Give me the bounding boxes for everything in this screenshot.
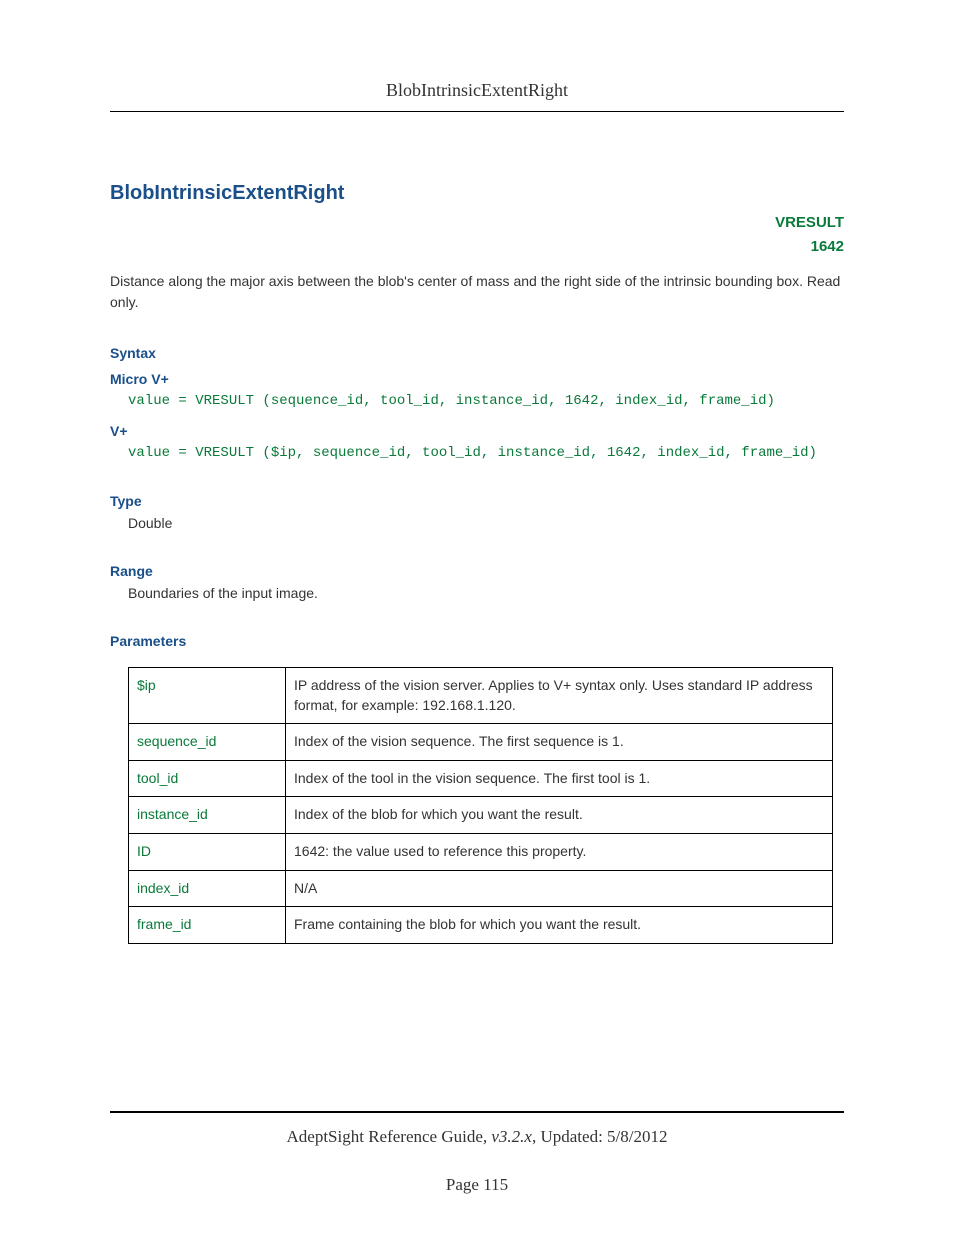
param-desc: IP address of the vision server. Applies… <box>286 668 833 724</box>
syntax-heading: Syntax <box>110 345 844 361</box>
description-text: Distance along the major axis between th… <box>110 271 844 313</box>
param-desc: Index of the tool in the vision sequence… <box>286 760 833 797</box>
page-title: BlobIntrinsicExtentRight <box>110 182 844 205</box>
table-row: sequence_id Index of the vision sequence… <box>129 724 833 761</box>
param-name: instance_id <box>129 797 286 834</box>
param-desc: Index of the blob for which you want the… <box>286 797 833 834</box>
table-row: instance_id Index of the blob for which … <box>129 797 833 834</box>
type-heading: Type <box>110 493 844 509</box>
range-value: Boundaries of the input image. <box>128 585 844 601</box>
table-row: $ip IP address of the vision server. App… <box>129 668 833 724</box>
param-desc: 1642: the value used to reference this p… <box>286 833 833 870</box>
micro-vplus-code: value = VRESULT (sequence_id, tool_id, i… <box>128 393 844 409</box>
table-row: frame_id Frame containing the blob for w… <box>129 907 833 944</box>
badge-label: VRESULT <box>110 211 844 235</box>
footer-guide: AdeptSight Reference Guide <box>287 1127 483 1146</box>
param-desc: Index of the vision sequence. The first … <box>286 724 833 761</box>
param-name: frame_id <box>129 907 286 944</box>
header-rule <box>110 111 844 112</box>
table-row: index_id N/A <box>129 870 833 907</box>
footer-updated: , Updated: 5/8/2012 <box>532 1127 668 1146</box>
vplus-code: value = VRESULT ($ip, sequence_id, tool_… <box>128 445 844 461</box>
footer-text: AdeptSight Reference Guide, v3.2.x, Upda… <box>110 1127 844 1147</box>
result-badge: VRESULT 1642 <box>110 211 844 259</box>
param-name: index_id <box>129 870 286 907</box>
type-value: Double <box>128 515 844 531</box>
parameters-table: $ip IP address of the vision server. App… <box>128 667 833 944</box>
table-row: ID 1642: the value used to reference thi… <box>129 833 833 870</box>
footer-version: , v3.2.x <box>483 1127 532 1146</box>
badge-code: 1642 <box>110 235 844 259</box>
param-desc: N/A <box>286 870 833 907</box>
range-heading: Range <box>110 563 844 579</box>
param-name: tool_id <box>129 760 286 797</box>
param-name: sequence_id <box>129 724 286 761</box>
param-name: $ip <box>129 668 286 724</box>
header-title: BlobIntrinsicExtentRight <box>110 80 844 111</box>
footer-rule <box>110 1111 844 1113</box>
table-row: tool_id Index of the tool in the vision … <box>129 760 833 797</box>
micro-vplus-label: Micro V+ <box>110 371 844 387</box>
vplus-label: V+ <box>110 423 844 439</box>
param-desc: Frame containing the blob for which you … <box>286 907 833 944</box>
parameters-heading: Parameters <box>110 633 844 649</box>
page-number: Page 115 <box>110 1175 844 1195</box>
param-name: ID <box>129 833 286 870</box>
page-footer: AdeptSight Reference Guide, v3.2.x, Upda… <box>110 1104 844 1195</box>
